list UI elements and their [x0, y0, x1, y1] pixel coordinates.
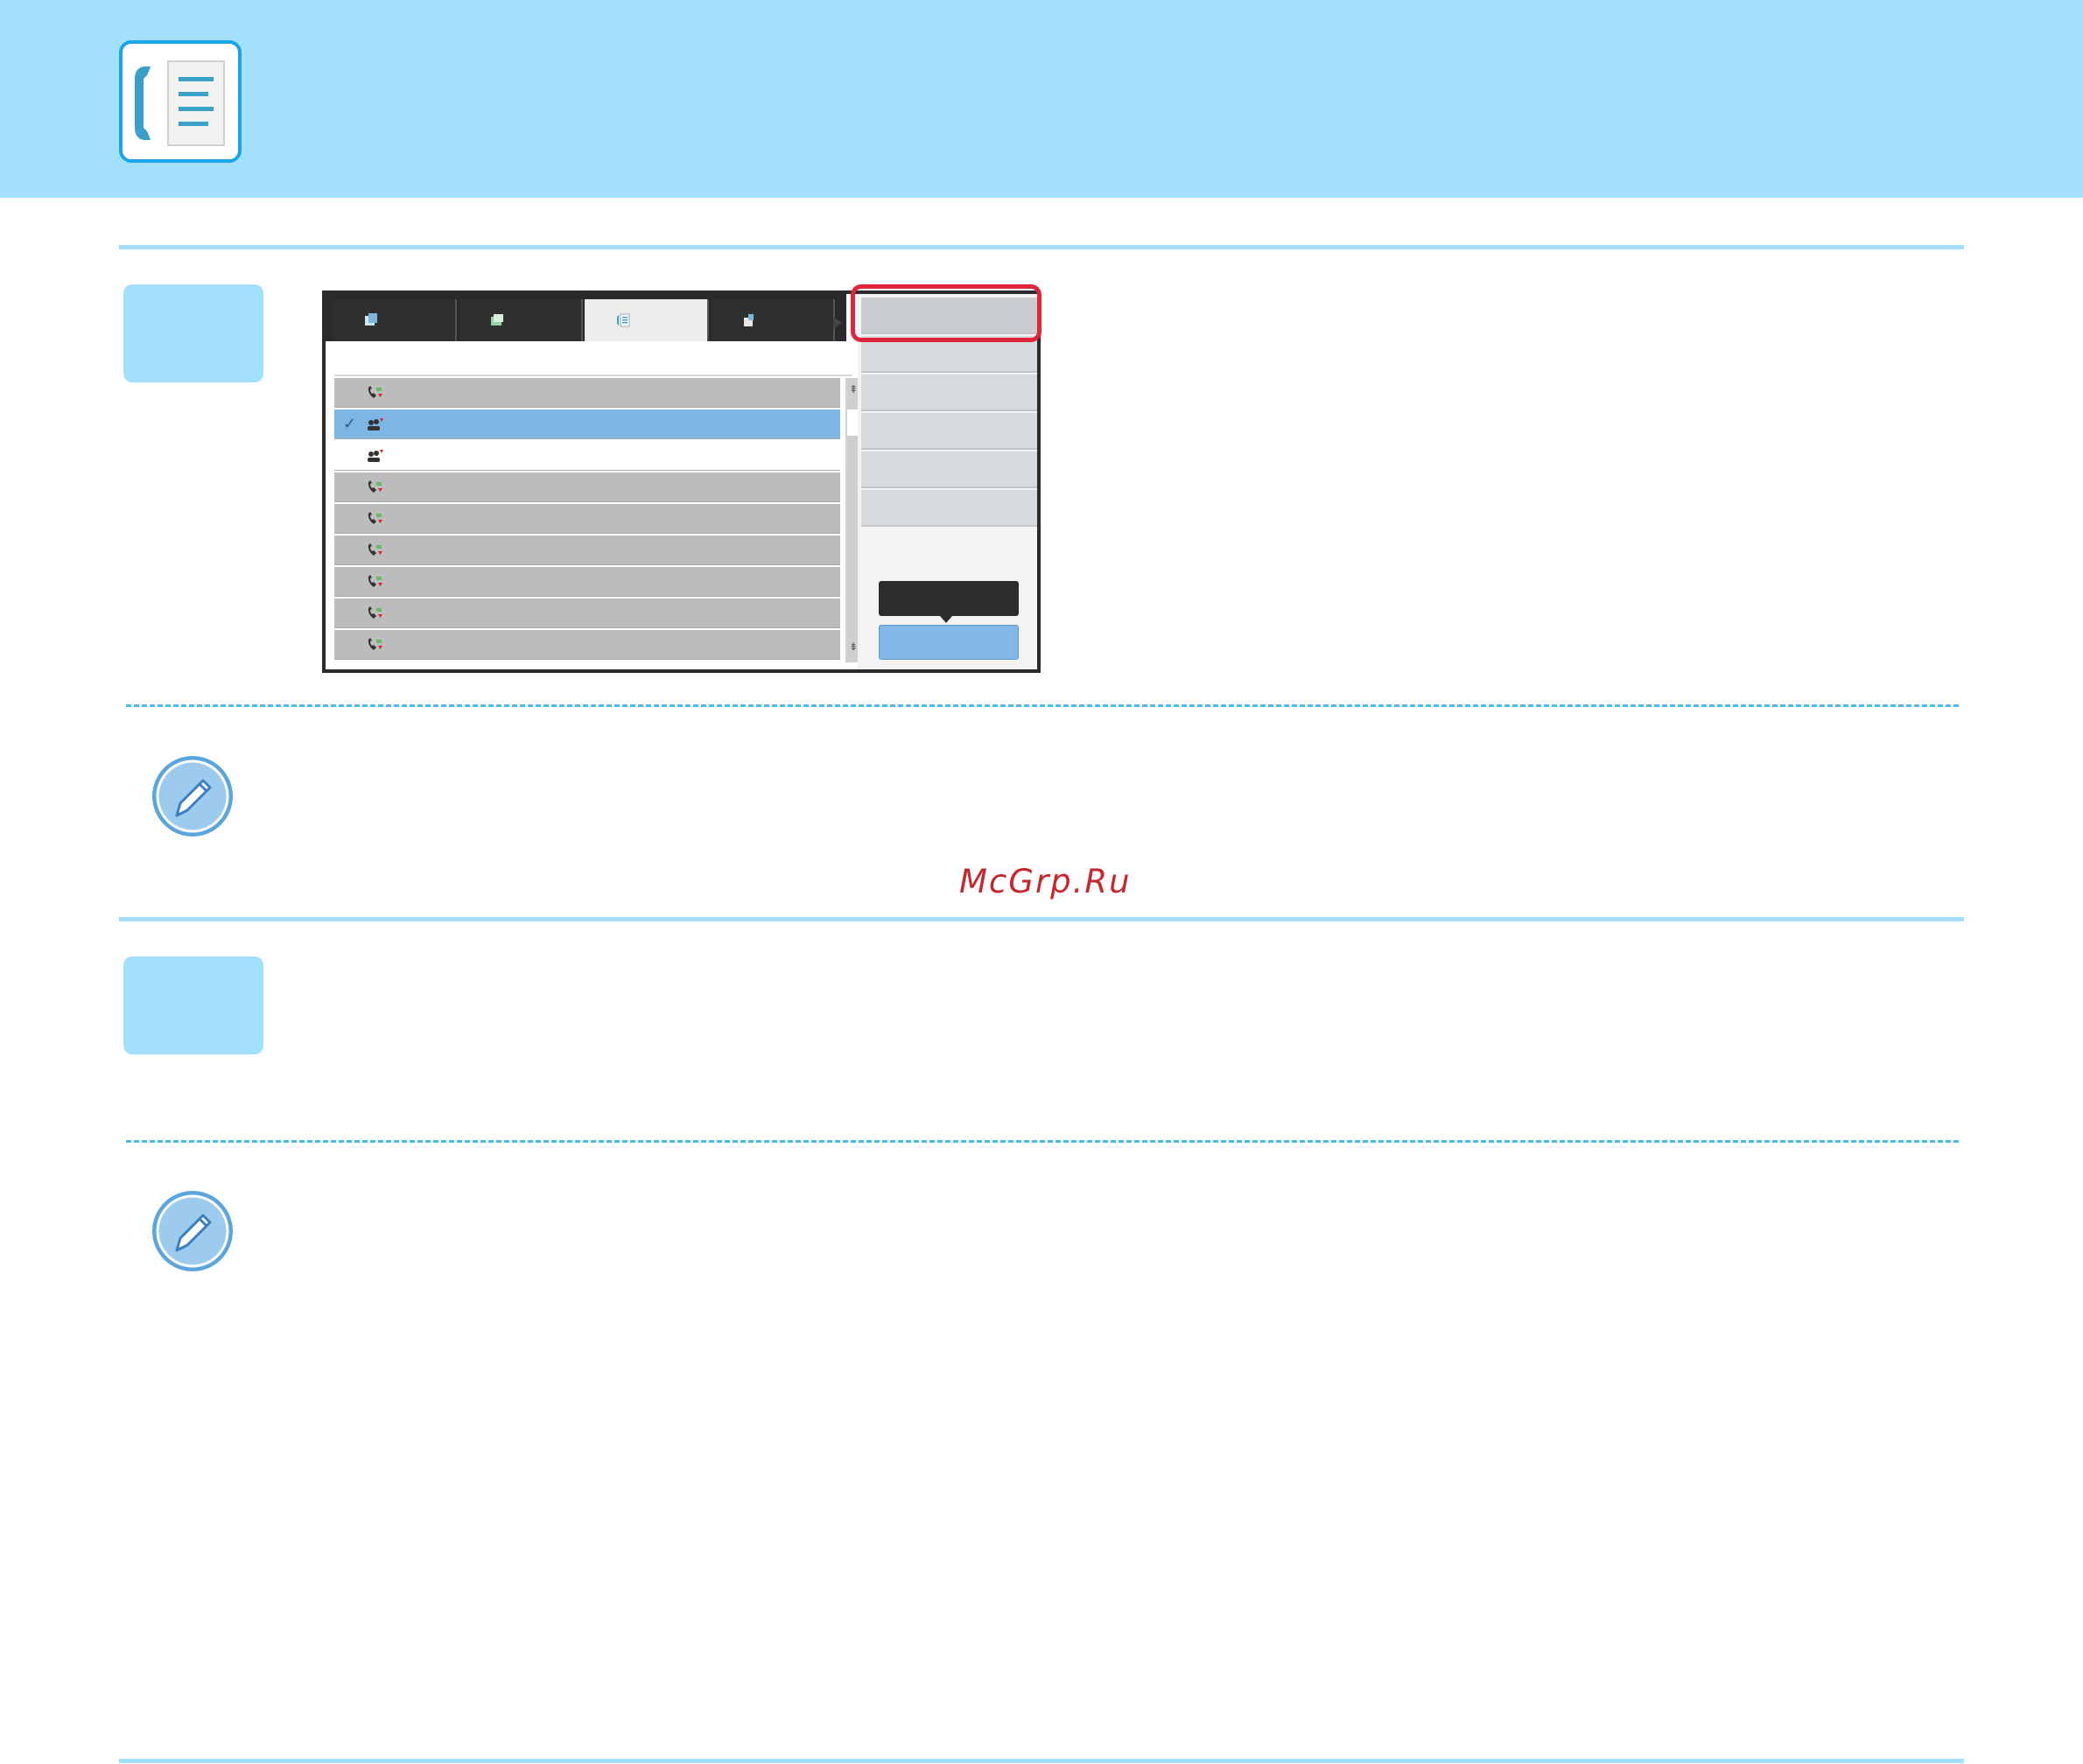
fax-contact-icon [368, 575, 382, 587]
pencil-note-icon [152, 756, 233, 836]
start-button[interactable] [879, 625, 1019, 660]
step-number-box [123, 284, 263, 382]
group-icon [368, 450, 383, 462]
highlight-frame [851, 284, 1042, 342]
scroll-bottom-icon[interactable]: ⇟ [849, 640, 858, 653]
mode-tab-bar [326, 294, 846, 341]
dark-action-button[interactable] [879, 581, 1019, 623]
address-list: ✓ [334, 378, 840, 662]
footer-rule [119, 1759, 1964, 1763]
menu-item-5[interactable] [861, 452, 1037, 488]
caret-down-icon [940, 616, 952, 623]
tab-scroll-right-icon[interactable] [833, 317, 842, 329]
menu-item-6[interactable] [861, 490, 1037, 527]
list-item[interactable] [334, 472, 840, 502]
list-item[interactable] [334, 567, 840, 597]
action-panel [858, 294, 1037, 669]
copy-icon [365, 313, 377, 326]
tab-fax[interactable] [585, 299, 709, 341]
watermark: McGrp.Ru [959, 863, 1132, 900]
tab-scan[interactable] [459, 299, 583, 341]
section-rule [119, 917, 1964, 921]
list-item[interactable] [334, 378, 840, 408]
fax-contact-icon [368, 606, 382, 619]
dashed-divider [126, 704, 1959, 707]
section-rule [119, 245, 1964, 249]
list-item[interactable] [334, 504, 840, 534]
fax-icon [617, 313, 630, 327]
list-item[interactable]: ✓ [334, 410, 840, 439]
fax-contact-icon [368, 512, 382, 524]
fax-address-book-screen: ✓ ⇞ ⇟ [322, 290, 1041, 673]
fax-address-book-icon [119, 40, 242, 163]
fax-contact-icon [368, 386, 382, 398]
list-item[interactable] [334, 536, 840, 565]
fax-contact-icon [368, 543, 382, 556]
scroll-top-icon[interactable]: ⇞ [849, 383, 858, 396]
list-item[interactable] [334, 441, 840, 471]
tab-scan-to-usb[interactable] [711, 299, 835, 341]
scan-icon [491, 314, 503, 326]
tab-copy[interactable] [333, 299, 457, 341]
menu-item-4[interactable] [861, 413, 1037, 450]
menu-item-3[interactable] [861, 374, 1037, 411]
search-field[interactable] [334, 346, 852, 376]
pencil-note-icon [152, 1191, 233, 1271]
header-band [0, 0, 2083, 198]
fax-contact-icon [368, 638, 382, 650]
step-number-box [123, 956, 263, 1054]
fax-contact-icon [368, 480, 382, 493]
group-icon [368, 418, 383, 430]
dashed-divider [126, 1140, 1959, 1143]
list-item[interactable] [334, 598, 840, 628]
check-icon: ✓ [343, 415, 357, 433]
list-item[interactable] [334, 630, 840, 660]
scan-to-usb-icon [744, 314, 754, 326]
